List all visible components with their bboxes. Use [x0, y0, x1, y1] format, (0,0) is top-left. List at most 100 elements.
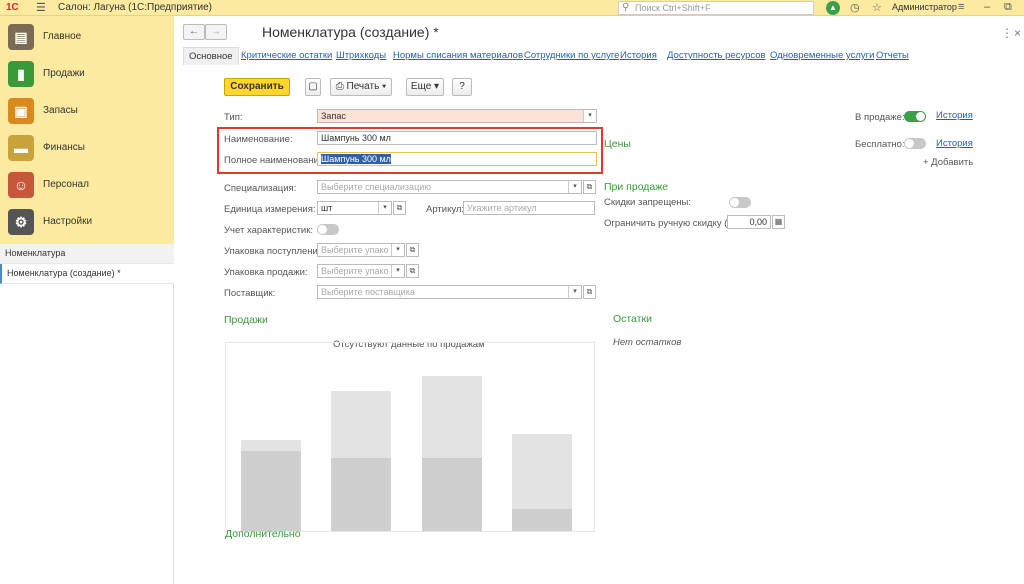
- open-icon[interactable]: ⧉: [583, 285, 596, 299]
- search-input[interactable]: ⚲ Поиск Ctrl+Shift+F: [618, 1, 814, 15]
- toggle-knob: [318, 225, 327, 234]
- print-button[interactable]: ⎙ Печать ▾: [330, 78, 392, 96]
- sidebar-item-main[interactable]: ▤ Главное: [0, 19, 174, 56]
- top-bar: 1С ☰ Салон: Лагуна (1С:Предприятие) ⚲ По…: [0, 0, 1024, 16]
- clipboard-icon: ▤: [8, 24, 34, 50]
- sales-header: Продажи: [224, 314, 268, 326]
- minimize-icon[interactable]: –: [984, 1, 990, 13]
- free-toggle[interactable]: [904, 138, 926, 149]
- open-window-item[interactable]: Номенклатура: [0, 244, 174, 264]
- unit-label: Единица измерения:: [224, 204, 316, 215]
- sidebar-item-sales[interactable]: ▮ Продажи: [0, 56, 174, 93]
- open-window-item-active[interactable]: Номенклатура (создание) *: [0, 264, 174, 284]
- tab-history[interactable]: История: [620, 50, 657, 61]
- char-toggle[interactable]: [317, 224, 339, 235]
- sidebar-item-label: Главное: [43, 31, 82, 42]
- pack-out-placeholder: Выберите упако: [321, 266, 389, 276]
- open-icon[interactable]: ⧉: [583, 180, 596, 194]
- type-select[interactable]: Запас ▾: [317, 109, 597, 123]
- char-label: Учет характеристик:: [224, 225, 314, 236]
- search-placeholder: Поиск Ctrl+Shift+F: [635, 3, 711, 13]
- chevron-down-icon[interactable]: ▾: [391, 244, 404, 256]
- limit-discount-field[interactable]: 0,00: [727, 215, 771, 229]
- spec-field[interactable]: Выберите специализацию ▾: [317, 180, 582, 194]
- chevron-down-icon[interactable]: ▾: [391, 265, 404, 277]
- limit-discount-label: Ограничить ручную скидку (%):: [604, 218, 742, 229]
- people-icon: ☺: [8, 172, 34, 198]
- print-label: Печать: [346, 81, 380, 92]
- prices-header: Цены: [604, 138, 631, 150]
- open-icon[interactable]: ⧉: [406, 264, 419, 278]
- sales-placeholder-chart: [225, 342, 595, 532]
- history-icon[interactable]: ◷: [850, 1, 860, 14]
- chevron-down-icon[interactable]: ▾: [568, 181, 581, 193]
- name-label: Наименование:: [224, 134, 293, 145]
- toggle-knob: [905, 139, 914, 148]
- pack-in-field[interactable]: Выберите упако ▾: [317, 243, 405, 257]
- fullname-label: Полное наименование:: [224, 155, 327, 166]
- help-button[interactable]: ?: [452, 78, 472, 96]
- unit-field[interactable]: шт ▾: [317, 201, 392, 215]
- sidebar-item-label: Финансы: [43, 142, 85, 153]
- box-icon: ▣: [8, 98, 34, 124]
- free-label: Бесплатно:: [855, 139, 905, 150]
- pack-out-field[interactable]: Выберите упако ▾: [317, 264, 405, 278]
- supplier-field[interactable]: Выберите поставщика ▾: [317, 285, 582, 299]
- on-sale-toggle[interactable]: [904, 111, 926, 122]
- settings-menu-icon[interactable]: ≡: [958, 1, 964, 13]
- print-icon: ⎙: [335, 81, 347, 92]
- tab-writeoff-norms[interactable]: Нормы списания материалов: [393, 50, 523, 61]
- open-icon[interactable]: ⧉: [406, 243, 419, 257]
- sidebar-item-staff[interactable]: ☺ Персонал: [0, 167, 174, 204]
- notification-icon[interactable]: ▲: [826, 1, 840, 15]
- placeholder-bar: [241, 451, 301, 531]
- main-content: ← → Номенклатура (создание) * ⋮ × Основн…: [175, 16, 1024, 584]
- additional-header[interactable]: Дополнительно: [225, 528, 301, 540]
- sidebar-item-label: Запасы: [43, 105, 78, 116]
- supplier-label: Поставщик:: [224, 288, 276, 299]
- star-icon[interactable]: ☆: [872, 1, 882, 14]
- type-label: Тип:: [224, 112, 243, 123]
- forward-button[interactable]: →: [205, 24, 227, 40]
- placeholder-bar: [422, 458, 482, 531]
- sidebar-item-label: Персонал: [43, 179, 89, 190]
- chevron-down-icon[interactable]: ▾: [568, 286, 581, 298]
- fullname-field[interactable]: Шампунь 300 мл: [317, 152, 597, 166]
- tab-service-staff[interactable]: Сотрудники по услуге: [524, 50, 619, 61]
- save-icon-button[interactable]: ▢: [305, 78, 321, 96]
- more-button[interactable]: Еще ▾: [406, 78, 444, 96]
- history-link[interactable]: История: [936, 138, 973, 149]
- calculator-icon[interactable]: ▦: [772, 215, 785, 229]
- restore-icon[interactable]: ⧉: [1004, 1, 1012, 14]
- open-icon[interactable]: ⧉: [393, 201, 406, 215]
- name-field[interactable]: Шампунь 300 мл: [317, 131, 597, 145]
- sidebar-item-finance[interactable]: ▬ Финансы: [0, 130, 174, 167]
- history-link[interactable]: История: [936, 110, 973, 121]
- spec-label: Специализация:: [224, 183, 297, 194]
- menu-icon[interactable]: ☰: [36, 1, 46, 14]
- sidebar-item-stock[interactable]: ▣ Запасы: [0, 93, 174, 130]
- article-field[interactable]: Укажите артикул: [463, 201, 595, 215]
- tab-simultaneous-services[interactable]: Одновременные услуги: [770, 50, 874, 61]
- chevron-down-icon[interactable]: ▾: [378, 202, 391, 214]
- toggle-knob: [730, 198, 739, 207]
- tab-resource-availability[interactable]: Доступность ресурсов: [667, 50, 766, 61]
- pack-in-placeholder: Выберите упако: [321, 245, 389, 255]
- sidebar-item-label: Настройки: [43, 216, 93, 227]
- back-button[interactable]: ←: [183, 24, 205, 40]
- close-icon[interactable]: ×: [1014, 26, 1021, 40]
- tab-barcodes[interactable]: Штрихкоды: [336, 50, 386, 61]
- open-windows-list: Номенклатура Номенклатура (создание) *: [0, 244, 174, 584]
- tab-critical-stock[interactable]: Критические остатки: [241, 50, 332, 61]
- user-name[interactable]: Администратор: [892, 2, 957, 12]
- save-button[interactable]: Сохранить: [224, 78, 290, 96]
- on-sale-label: В продаже:: [855, 112, 905, 123]
- tab-main[interactable]: Основное: [183, 47, 239, 65]
- discount-toggle[interactable]: [729, 197, 751, 208]
- tab-reports[interactable]: Отчеты: [876, 50, 909, 61]
- chevron-down-icon[interactable]: ▾: [583, 110, 596, 122]
- sidebar-item-settings[interactable]: ⚙ Настройки: [0, 204, 174, 241]
- add-link[interactable]: + Добавить: [923, 157, 973, 168]
- more-options-icon[interactable]: ⋮: [1001, 26, 1013, 40]
- app-logo: 1С: [6, 2, 19, 13]
